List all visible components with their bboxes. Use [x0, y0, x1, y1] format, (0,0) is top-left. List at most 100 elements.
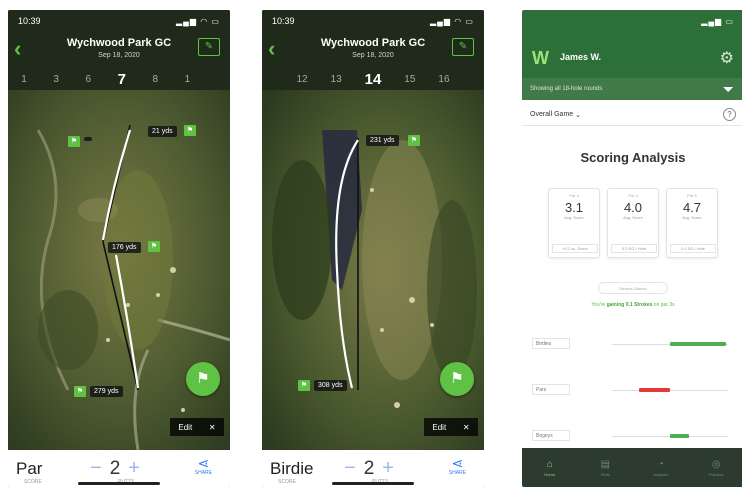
share-caption: SHARE [448, 470, 466, 476]
card-sub: Avg. Score [564, 215, 584, 220]
card-footer: +0.1 vs. Score [552, 244, 598, 253]
share-icon: ⋖ [197, 455, 210, 471]
hole-tab[interactable]: 13 [331, 74, 342, 85]
plus-icon[interactable]: + [374, 457, 402, 480]
edit-label: Edit [178, 422, 193, 432]
status-bar: ▂▄▆ ▭ [522, 10, 742, 32]
edit-scorecard-icon[interactable]: ✎ [198, 38, 220, 56]
share-button[interactable]: ⋖ SHARE [449, 455, 466, 476]
flag-marker-icon[interactable]: ⚑ [148, 241, 160, 252]
yardage-label: 279 yds [90, 386, 123, 397]
breakdown-label: Pars [532, 384, 570, 395]
insight-bold: gaining 0.1 Strokes [606, 302, 653, 308]
card-footer: 0.0 SG / Hole [611, 244, 657, 253]
edit-chip[interactable]: Edit ✕ [424, 418, 478, 436]
flag-marker-icon[interactable]: ⚑ [408, 135, 420, 146]
stats-icon: ▤ [600, 458, 610, 470]
flag-icon[interactable]: ⚑ [440, 362, 474, 396]
par-card[interactable]: Par 3 3.1 Avg. Score +0.1 vs. Score [548, 188, 600, 258]
score-bar: Birdie SCORE − 2 + PUTTS ⋖ SHARE [262, 450, 484, 487]
gear-icon[interactable]: ⚙ [720, 48, 734, 68]
plus-icon[interactable]: + [120, 457, 148, 480]
hole-tab[interactable]: 16 [438, 74, 449, 85]
score-name[interactable]: Par SCORE [16, 458, 74, 485]
hole-header: ‹ Wychwood Park GC Sep 18, 2020 ✎ [262, 32, 484, 68]
close-icon[interactable]: ✕ [209, 423, 216, 432]
share-button[interactable]: ⋖ SHARE [195, 455, 212, 476]
score-caption: SCORE [278, 478, 296, 485]
hole-tab[interactable]: 1 [185, 74, 191, 85]
card-sub: Avg. Score [682, 215, 702, 220]
game-filter[interactable]: Overall Game ⌄ ? [522, 104, 742, 126]
current-hole-tab[interactable]: 7 [118, 71, 126, 88]
help-icon[interactable]: ? [723, 108, 736, 121]
card-label: Par 5 [687, 193, 697, 198]
card-value: 3.1 [564, 200, 584, 215]
home-icon: ⌂ [546, 458, 553, 470]
minus-icon[interactable]: − [82, 457, 110, 480]
hole-selector: 12 13 14 15 16 [262, 68, 484, 90]
current-hole-tab[interactable]: 14 [365, 71, 382, 88]
status-time: 10:39 [272, 16, 295, 26]
tab-label: Home [544, 471, 556, 477]
user-name: James W. [560, 52, 602, 62]
close-icon[interactable]: ✕ [463, 423, 470, 432]
card-value: 4.7 [682, 200, 702, 215]
app-header: ▂▄▆ ▭ W James W. ⚙ [522, 10, 742, 78]
card-footer: 0.0 SG / Hole [670, 244, 716, 253]
tab-analysis[interactable]: ◔ Analysis [643, 459, 679, 477]
tab-label: Analysis [653, 471, 669, 477]
filter-icon[interactable]: ⏷ [723, 81, 734, 98]
score-name-label: Par [16, 458, 43, 478]
putts-stepper: − 2 + PUTTS [336, 457, 402, 485]
hole-7-screen: 10:39 ▂▄▆ ◠ ▭ ‹ Wychwood Park GC Sep 18,… [8, 10, 230, 487]
strokes-gained-toggle[interactable]: Strokes Gained [598, 282, 668, 294]
hole-tab[interactable]: 3 [53, 74, 59, 85]
flag-icon[interactable]: ⚑ [186, 362, 220, 396]
hole-tab[interactable]: 8 [152, 74, 158, 85]
par-card[interactable]: Par 4 4.0 Avg. Score 0.0 SG / Hole [607, 188, 659, 258]
breakdown-bar [639, 388, 670, 392]
status-bar: 10:39 ▂▄▆ ◠ ▭ [8, 10, 230, 32]
breakdown-bar [670, 434, 689, 438]
edit-chip[interactable]: Edit ✕ [170, 418, 224, 436]
ball-marker-icon[interactable]: ⚑ [298, 380, 310, 391]
hole-tab[interactable]: 1 [21, 74, 27, 85]
round-date: Sep 18, 2020 [98, 52, 140, 59]
insight-post: on par 3s [652, 302, 675, 308]
tab-label: Stats [600, 471, 610, 477]
hole-tab[interactable]: 15 [404, 74, 415, 85]
tab-stats[interactable]: ▤ Stats [587, 459, 623, 477]
home-indicator [78, 482, 160, 485]
par-cards: Par 3 3.1 Avg. Score +0.1 vs. Score Par … [548, 188, 718, 258]
satellite-map[interactable]: ⚑ 21 yds ⚑ 176 yds ⚑ ⚑ 279 yds ⚑ Edit ✕ [8, 90, 230, 450]
ball-marker-icon[interactable]: ⚑ [74, 386, 86, 397]
round-date: Sep 18, 2020 [352, 52, 394, 59]
satellite-map[interactable]: 231 yds ⚑ ⚑ 308 yds ⚑ Edit ✕ [262, 90, 484, 450]
tab-home[interactable]: ⌂ Home [532, 459, 568, 477]
yardage-label: 231 yds [366, 135, 399, 146]
edit-scorecard-icon[interactable]: ✎ [452, 38, 474, 56]
breakdown-label: Bogeys [532, 430, 570, 441]
tab-practice[interactable]: ◎ Practice [698, 459, 734, 477]
hole-tab[interactable]: 12 [296, 74, 307, 85]
filter-bar[interactable]: Showing all 18-hole rounds ⏷ [522, 78, 742, 100]
tee-marker-icon[interactable]: ⚑ [68, 136, 80, 147]
signal-icons: ▂▄▆ ◠ ▭ [430, 16, 474, 26]
score-name[interactable]: Birdie SCORE [270, 459, 328, 485]
edit-label: Edit [432, 422, 447, 432]
status-bar: 10:39 ▂▄▆ ◠ ▭ [262, 10, 484, 32]
flag-marker-icon[interactable]: ⚑ [184, 125, 196, 136]
analysis-icon: ◔ [657, 458, 664, 470]
signal-icons: ▂▄▆ ▭ [701, 16, 734, 26]
breakdown-bar [670, 342, 726, 346]
minus-icon[interactable]: − [336, 457, 364, 480]
status-time: 10:39 [18, 16, 41, 26]
par-card[interactable]: Par 5 4.7 Avg. Score 0.0 SG / Hole [666, 188, 718, 258]
card-label: Par 4 [628, 193, 638, 198]
hole-tab[interactable]: 6 [85, 74, 91, 85]
tab-label: Practice [709, 471, 724, 477]
logo-icon: W [532, 48, 549, 68]
score-caption: SCORE [24, 478, 42, 485]
signal-icons: ▂▄▆ ◠ ▭ [176, 16, 220, 26]
